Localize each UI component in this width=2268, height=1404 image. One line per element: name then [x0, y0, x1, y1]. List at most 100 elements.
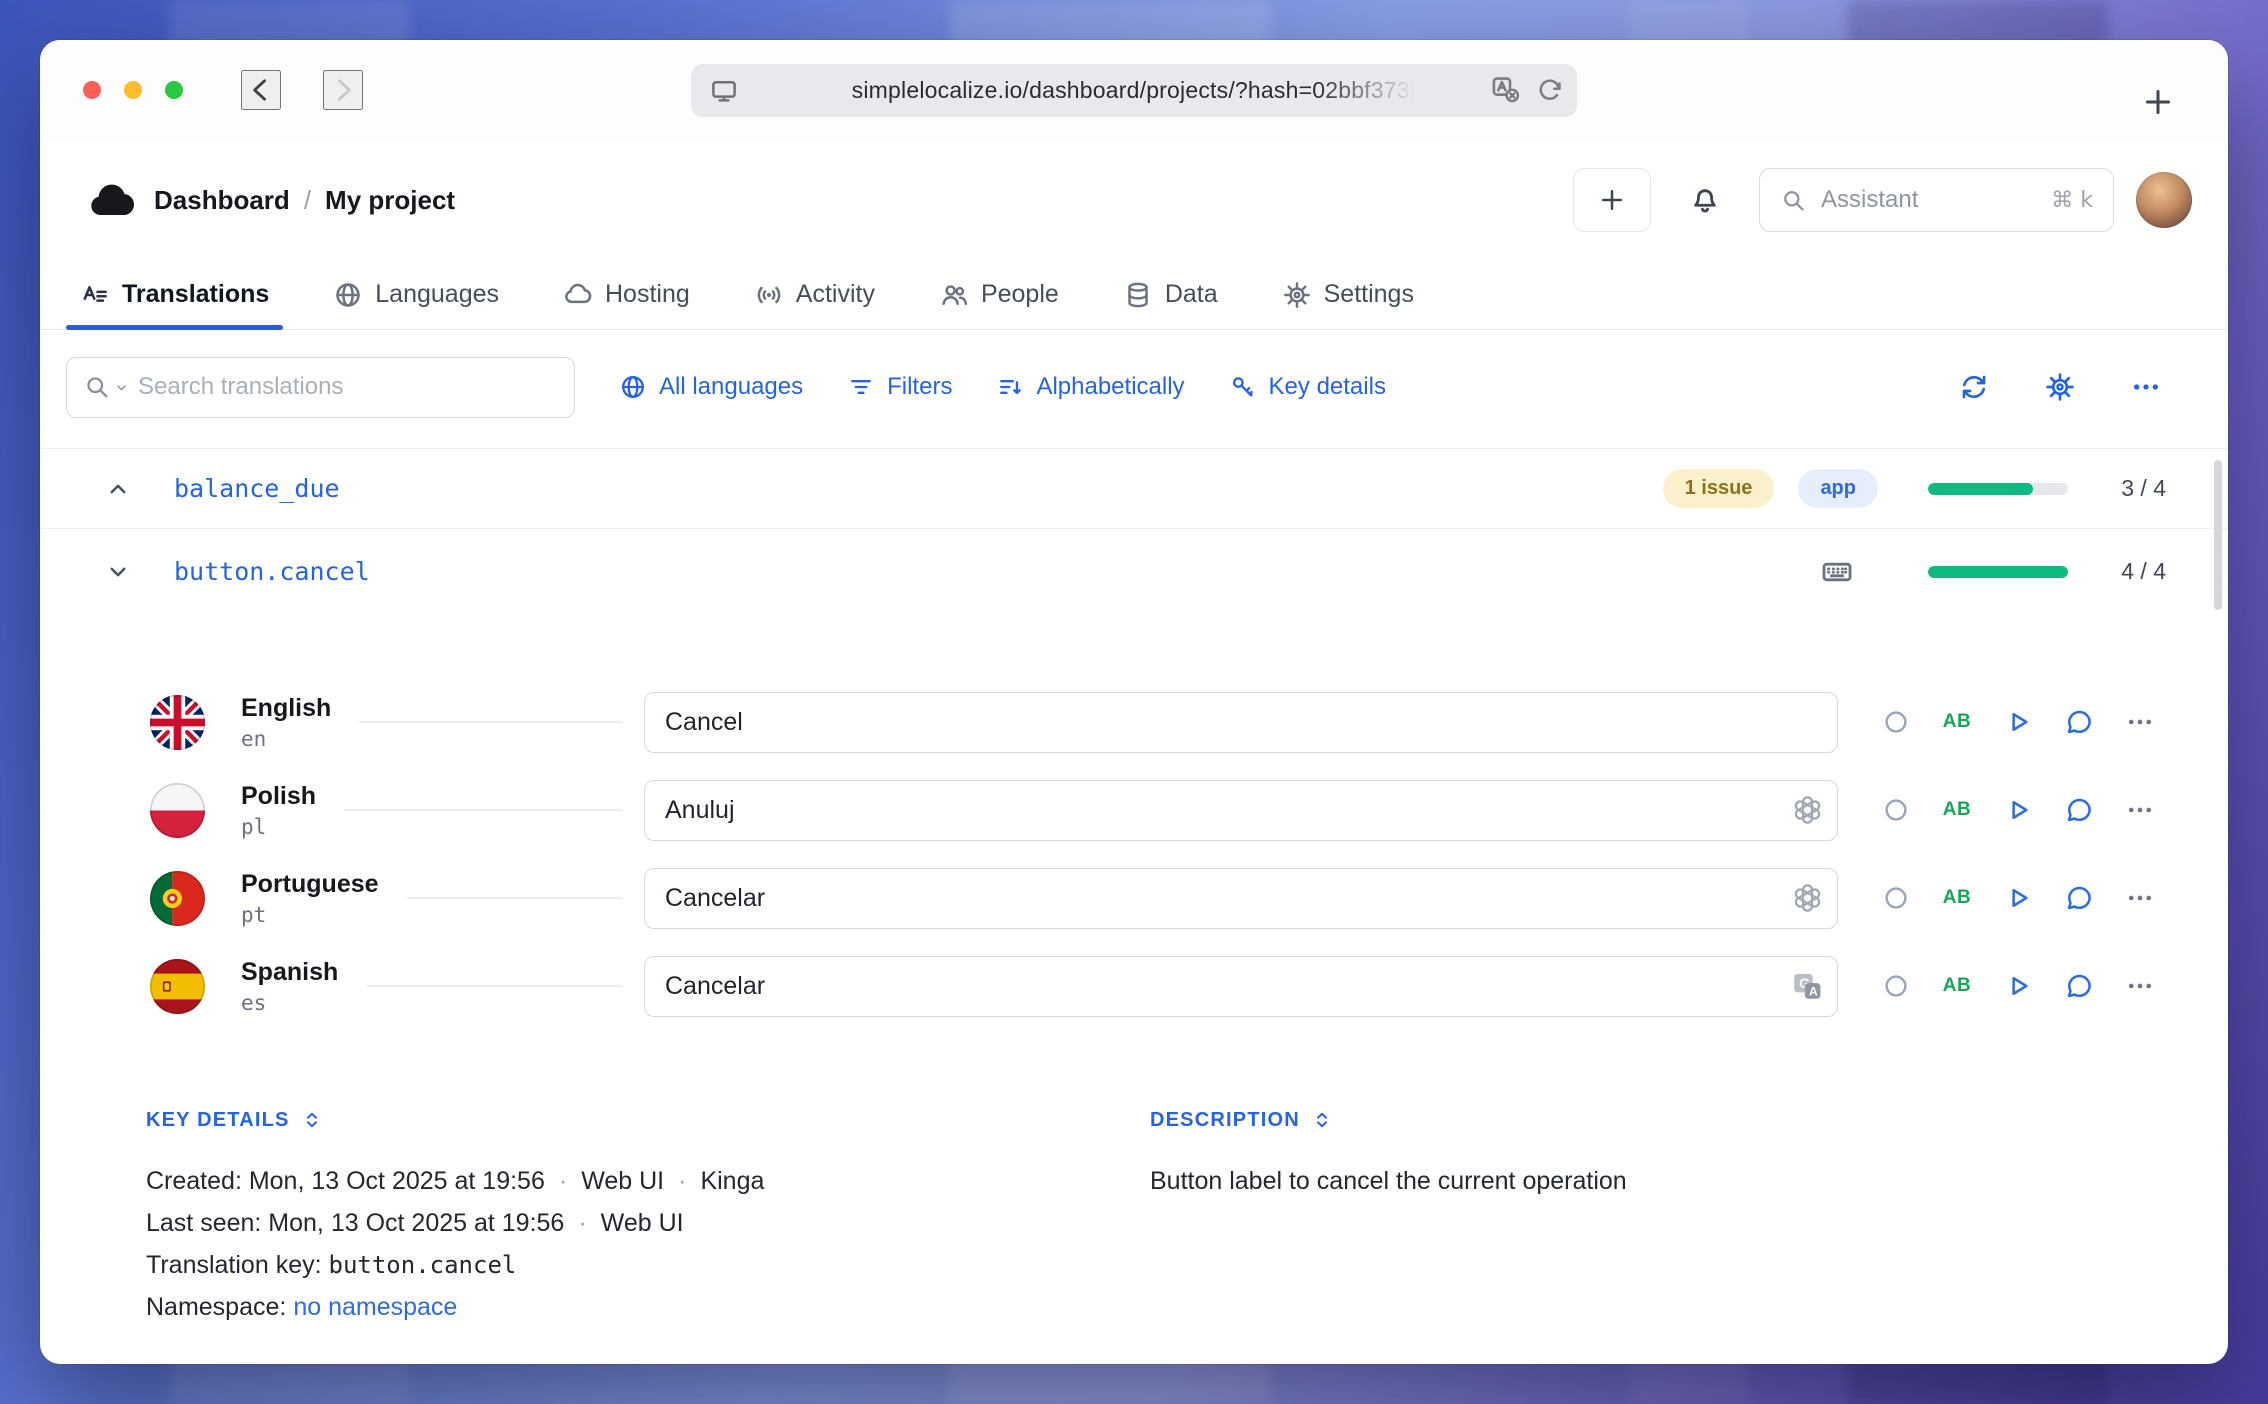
play-icon[interactable]	[1998, 878, 2038, 918]
minimize-window-button[interactable]	[124, 81, 142, 99]
scrollbar[interactable]	[2214, 460, 2222, 610]
app-header: Dashboard / My project Assistant ⌘ k	[40, 140, 2228, 260]
row-more-options-icon[interactable]	[2120, 702, 2160, 742]
comment-icon[interactable]	[2059, 966, 2099, 1006]
more-options-button[interactable]	[2126, 367, 2166, 407]
chevron-down-icon[interactable]	[113, 379, 130, 396]
updown-chevrons-icon	[1310, 1108, 1334, 1132]
tab-activity[interactable]: Activity	[754, 260, 875, 329]
close-window-button[interactable]	[83, 81, 101, 99]
comment-icon[interactable]	[2059, 878, 2099, 918]
keyboard-icon[interactable]	[1820, 555, 1854, 589]
translation-input-pl[interactable]	[644, 780, 1838, 841]
description-text: Button label to cancel the current opera…	[1150, 1160, 2168, 1202]
translation-row-english: English en AB✓	[40, 678, 2228, 766]
openai-icon[interactable]	[1791, 794, 1824, 827]
uk-flag-icon	[150, 695, 205, 750]
sort-alphabetically-button[interactable]: Alphabetically	[996, 373, 1184, 401]
reload-icon[interactable]	[1535, 75, 1565, 110]
key-details-panel: KEY DETAILS Created: Mon, 13 Oct 2025 at…	[40, 1030, 2228, 1328]
breadcrumb-project[interactable]: My project	[325, 185, 455, 216]
search-translations-box[interactable]	[66, 357, 575, 418]
play-icon[interactable]	[1998, 790, 2038, 830]
openai-icon[interactable]	[1791, 882, 1824, 915]
assistant-search[interactable]: Assistant ⌘ k	[1759, 168, 2114, 232]
play-icon[interactable]	[1998, 702, 2038, 742]
translation-input-es[interactable]	[644, 956, 1838, 1017]
app-logo-cloud-icon[interactable]	[88, 182, 136, 218]
new-tab-button[interactable]	[2126, 70, 2190, 134]
search-translations-input[interactable]	[138, 373, 558, 401]
status-circle-icon[interactable]	[1876, 702, 1916, 742]
breadcrumb-app[interactable]: Dashboard	[154, 185, 290, 216]
created-line: Created: Mon, 13 Oct 2025 at 19:56 · Web…	[146, 1160, 1150, 1202]
status-circle-icon[interactable]	[1876, 790, 1916, 830]
translation-input-en[interactable]	[644, 692, 1838, 753]
comment-icon[interactable]	[2059, 790, 2099, 830]
spellcheck-icon[interactable]: AB✓	[1937, 878, 1977, 918]
language-code: es	[241, 991, 338, 1015]
notifications-bell-icon[interactable]	[1673, 168, 1737, 232]
tab-hosting[interactable]: Hosting	[563, 260, 690, 329]
key-icon	[1229, 373, 1257, 401]
user-avatar[interactable]	[2136, 172, 2192, 228]
expand-chevron-down-icon[interactable]	[100, 554, 136, 590]
section-title: DESCRIPTION	[1150, 1109, 1300, 1132]
progress-bar	[1928, 566, 2068, 578]
collapse-chevron-up-icon[interactable]	[100, 471, 136, 507]
status-circle-icon[interactable]	[1876, 966, 1916, 1006]
issue-badge[interactable]: 1 issue	[1663, 469, 1775, 508]
globe-icon	[619, 373, 647, 401]
progress-count: 4 / 4	[2092, 558, 2166, 585]
spellcheck-icon[interactable]: AB✓	[1937, 702, 1977, 742]
google-translate-icon[interactable]: G A	[1790, 969, 1824, 1003]
key-row-button-cancel[interactable]: button.cancel 4 / 4	[40, 528, 2228, 614]
add-button[interactable]	[1573, 168, 1651, 232]
tag-badge[interactable]: app	[1798, 469, 1878, 508]
spellcheck-icon[interactable]: AB✓	[1937, 966, 1977, 1006]
settings-gear-button[interactable]	[2040, 367, 2080, 407]
connector-line	[359, 721, 622, 723]
sort-icon	[996, 373, 1024, 401]
translation-row-portuguese: Portuguese pt AB✓	[40, 854, 2228, 942]
comment-icon[interactable]	[2059, 702, 2099, 742]
address-bar[interactable]: simplelocalize.io/dashboard/projects/?ha…	[691, 64, 1577, 117]
poland-flag-icon	[150, 783, 205, 838]
status-circle-icon[interactable]	[1876, 878, 1916, 918]
section-title: KEY DETAILS	[146, 1109, 290, 1132]
tab-languages[interactable]: Languages	[333, 260, 499, 329]
assistant-placeholder: Assistant	[1821, 186, 1918, 214]
description-heading[interactable]: DESCRIPTION	[1150, 1108, 2168, 1132]
play-icon[interactable]	[1998, 966, 2038, 1006]
last-seen-line: Last seen: Mon, 13 Oct 2025 at 19:56 · W…	[146, 1202, 1150, 1244]
forward-button[interactable]	[323, 70, 363, 110]
translation-key-name[interactable]: button.cancel	[174, 557, 370, 586]
row-more-options-icon[interactable]	[2120, 790, 2160, 830]
all-languages-filter[interactable]: All languages	[619, 373, 803, 401]
back-button[interactable]	[241, 70, 281, 110]
tab-data[interactable]: Data	[1123, 260, 1218, 329]
namespace-line: Namespace: no namespace	[146, 1286, 1150, 1328]
page-icon[interactable]	[709, 76, 739, 111]
filters-button[interactable]: Filters	[847, 373, 952, 401]
translation-key-name[interactable]: balance_due	[174, 474, 340, 503]
tab-label: Languages	[375, 280, 499, 309]
translation-input-pt[interactable]	[644, 868, 1838, 929]
row-more-options-icon[interactable]	[2120, 878, 2160, 918]
row-more-options-icon[interactable]	[2120, 966, 2160, 1006]
tab-settings[interactable]: Settings	[1282, 260, 1414, 329]
namespace-link[interactable]: no namespace	[293, 1286, 457, 1328]
key-row-balance-due[interactable]: balance_due 1 issue app 3 / 4	[40, 448, 2228, 528]
refresh-button[interactable]	[1954, 367, 1994, 407]
progress-bar	[1928, 483, 2068, 495]
zoom-window-button[interactable]	[165, 81, 183, 99]
traffic-lights	[83, 81, 183, 99]
tab-translations[interactable]: Translations	[80, 260, 269, 329]
updown-chevrons-icon	[300, 1108, 324, 1132]
translation-key-line: Translation key: button.cancel	[146, 1244, 1150, 1286]
tab-people[interactable]: People	[939, 260, 1059, 329]
key-details-button[interactable]: Key details	[1229, 373, 1386, 401]
spellcheck-icon[interactable]: AB✓	[1937, 790, 1977, 830]
translate-icon[interactable]	[1490, 74, 1521, 110]
key-details-heading[interactable]: KEY DETAILS	[146, 1108, 1150, 1132]
